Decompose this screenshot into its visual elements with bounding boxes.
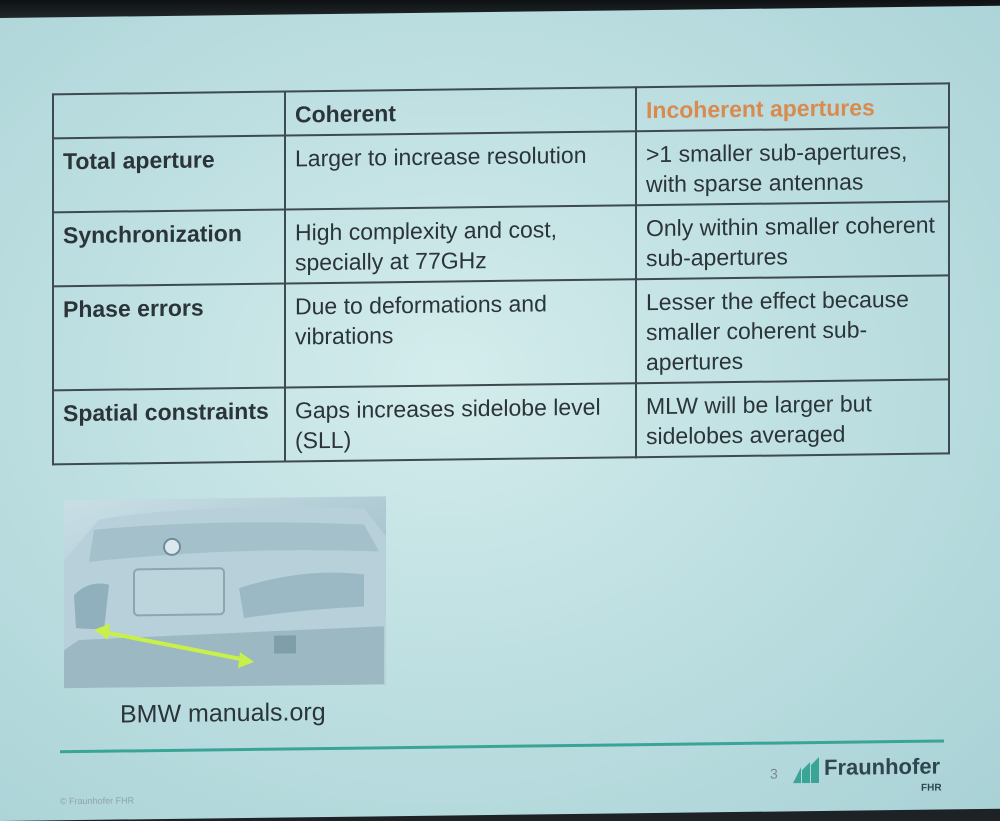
- cell-incoherent: MLW will be larger but sidelobes average…: [636, 379, 949, 458]
- column-header-incoherent: Incoherent apertures: [636, 83, 949, 132]
- fraunhofer-logo-text: Fraunhofer: [824, 753, 941, 780]
- cell-coherent: Gaps increases sidelobe level (SLL): [285, 383, 636, 462]
- cell-coherent: Due to deformations and vibrations: [285, 279, 636, 388]
- table-row: Total aperture Larger to increase resolu…: [53, 127, 949, 213]
- page-number: 3: [770, 765, 778, 782]
- comparison-table: Coherent Incoherent apertures Total aper…: [52, 82, 950, 465]
- footer-divider: [60, 739, 944, 754]
- presentation-slide: Coherent Incoherent apertures Total aper…: [0, 5, 1000, 821]
- cell-coherent: High complexity and cost, specially at 7…: [285, 205, 636, 284]
- copyright-notice: © Fraunhofer FHR: [60, 795, 135, 807]
- car-rear-image: [64, 496, 386, 689]
- car-rear-illustration: [64, 507, 386, 689]
- cell-incoherent: Only within smaller coherent sub-apertur…: [636, 201, 949, 280]
- table-row: Spatial constraints Gaps increases sidel…: [53, 379, 949, 465]
- row-label-total-aperture: Total aperture: [53, 135, 285, 213]
- cell-incoherent: Lesser the effect because smaller cohere…: [636, 275, 949, 384]
- row-label-phase-errors: Phase errors: [53, 283, 285, 391]
- cell-coherent: Larger to increase resolution: [285, 131, 636, 210]
- row-label-spatial-constraints: Spatial constraints: [53, 387, 285, 465]
- cell-incoherent: >1 smaller sub-apertures, with sparse an…: [636, 127, 949, 206]
- table-row: Synchronization High complexity and cost…: [53, 201, 949, 287]
- image-caption: BMW manuals.org: [120, 698, 326, 729]
- fraunhofer-logo-icon: [793, 756, 819, 784]
- row-label-synchronization: Synchronization: [53, 209, 285, 287]
- column-header-coherent: Coherent: [285, 87, 636, 136]
- table-row: Phase errors Due to deformations and vib…: [53, 275, 949, 391]
- table-corner-cell: [53, 91, 285, 139]
- fraunhofer-institute-label: FHR: [921, 782, 942, 794]
